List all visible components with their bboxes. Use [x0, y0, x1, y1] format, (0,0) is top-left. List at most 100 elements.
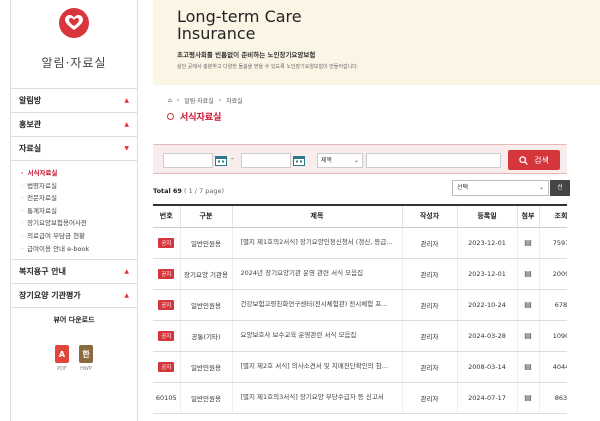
banner-title: Long-term Care Insurance [177, 8, 302, 42]
chevron-up-icon: ▲ [124, 97, 129, 104]
table-row[interactable]: 공지 장기요양 기관용 2024년 장기요양기관 운영 관련 서식 모음집 관리… [153, 258, 567, 290]
menu-archive[interactable]: 자료실 ▼ [11, 136, 137, 160]
row-attachment: ▤ [517, 382, 540, 414]
col-number: 번호 [153, 204, 181, 228]
row-title-link[interactable]: [별지 제1호의2서식] 장기요양인정신청서 (갱신, 등급... [232, 227, 403, 259]
row-date: 2008-03-14 [457, 351, 518, 383]
menu-label: 홍보관 [19, 120, 42, 129]
row-number: 공지 [153, 258, 181, 290]
menu-welfare-devices[interactable]: 복지용구 안내 ▲ [11, 259, 137, 283]
row-author: 관리자 [402, 382, 458, 414]
sub-item-forms[interactable]: 서식자료실 [11, 167, 137, 180]
row-title-link[interactable]: [별지 제1호의3서식] 장기요양 부당수급자 등 신고서 [232, 382, 403, 414]
notice-badge: 공지 [158, 361, 175, 372]
attachment-icon[interactable]: ▤ [524, 393, 532, 402]
row-date: 2023-12-01 [457, 258, 518, 290]
attachment-icon[interactable]: ▤ [524, 331, 532, 340]
row-category: 일반민원용 [180, 227, 233, 259]
search-button[interactable]: 검색 [508, 150, 560, 170]
breadcrumb-item[interactable]: 자료실 [226, 96, 243, 105]
table-row[interactable]: 60105 일반민원용 [별지 제1호의3서식] 장기요양 부당수급자 등 신고… [153, 382, 567, 414]
hwp-viewer-link[interactable]: 한 HWP [79, 345, 93, 372]
chevron-down-icon: ⌄ [538, 184, 544, 191]
row-author: 관리자 [402, 351, 458, 383]
pdf-viewer-link[interactable]: A PDF [55, 345, 69, 372]
sub-item-law[interactable]: 법령자료실 [11, 180, 137, 193]
notice-badge: 공지 [158, 299, 175, 310]
sort-select[interactable]: 선택 ⌄ [452, 180, 549, 196]
banner-description: 살던 곳에서 충분하고 다양한 돌봄을 받을 수 있도록 노인장기요양보험이 만… [177, 64, 359, 70]
start-date-input[interactable] [163, 153, 213, 168]
col-date: 등록일 [457, 204, 518, 228]
notice-badge: 공지 [158, 330, 175, 341]
table-row[interactable]: 공지 일반민원용 [별지 제1호의2서식] 장기요양인정신청서 (갱신, 등급.… [153, 227, 567, 259]
table-row[interactable]: 공지 일반민원용 [별지 제2호 서식] 의사소견서 및 치매진단확인의 참..… [153, 351, 567, 383]
download-label: 뷰어 다운로드 [53, 315, 95, 324]
chevron-up-icon: ▲ [124, 121, 129, 128]
end-date-input[interactable] [241, 153, 291, 168]
menu-label: 복지용구 안내 [19, 267, 66, 277]
sub-item-ebook[interactable]: 급여이용 안내 e-book [11, 243, 137, 256]
row-title-link[interactable]: 2024년 장기요양기관 운영 관련 서식 모음집 [232, 258, 403, 290]
row-category: 공통(기타) [180, 320, 233, 352]
row-number: 공지 [153, 227, 181, 259]
sub-item-dictionary[interactable]: 장기요양보험용어사전 [11, 217, 137, 230]
row-category: 일반민원용 [180, 382, 233, 414]
table-row[interactable]: 공지 공통(기타) 요양보호사 보수교육 운영관련 서식 모음집 관리자 202… [153, 320, 567, 352]
chevron-up-icon: ▲ [124, 292, 129, 300]
page-title: 서식자료실 [167, 110, 221, 123]
row-title-link[interactable]: 건강보험고령친화연구센터(전시체험관) 전시체험 프... [232, 289, 403, 321]
archive-submenu: 서식자료실 법령자료실 전문자료실 통계자료실 장기요양보험용어사전 의료급여 … [11, 160, 137, 259]
pdf-icon: A [55, 345, 69, 364]
row-title-link[interactable]: [별지 제2호 서식] 의사소견서 및 치매진단확인의 참... [232, 351, 403, 383]
row-number: 60105 [153, 382, 181, 414]
banner-subtitle: 초고령사회를 빈틈없이 준비하는 노인장기요양보험 [177, 51, 316, 59]
menu-notice[interactable]: 알림방 ▲ [11, 88, 137, 112]
menu-promo[interactable]: 홍보관 ▲ [11, 112, 137, 136]
row-title-link[interactable]: 요양보호사 보수교육 운영관련 서식 모음집 [232, 320, 403, 352]
search-field-select[interactable]: 제목 ⌄ [317, 153, 363, 168]
page-title-text: 서식자료실 [180, 113, 222, 123]
chevron-up-icon: ▲ [124, 268, 129, 276]
sidebar: 알림·자료실 알림방 ▲ 홍보관 ▲ 자료실 ▼ 서식자료실 법령자료실 전문자… [10, 0, 138, 421]
row-attachment: ▤ [517, 227, 540, 259]
row-author: 관리자 [402, 227, 458, 259]
chevron-right-icon: › [218, 97, 222, 104]
breadcrumb-item[interactable]: 알림·자료실 [184, 96, 214, 105]
attachment-icon[interactable]: ▤ [524, 300, 532, 309]
total-count: Total 69 ( 1 / 7 page) [153, 187, 224, 195]
chevron-right-icon: › [176, 97, 180, 104]
menu-facility-evaluation[interactable]: 장기요양 기관평가 ▲ [11, 283, 137, 307]
row-attachment: ▤ [517, 320, 540, 352]
row-views: 7597 [539, 227, 567, 259]
attachment-icon[interactable]: ▤ [524, 238, 532, 247]
sub-item-medical-aid[interactable]: 의료급여 부담금 현황 [11, 230, 137, 243]
search-input[interactable] [366, 153, 501, 168]
row-views: 2009 [539, 258, 567, 290]
row-author: 관리자 [402, 258, 458, 290]
menu-label: 자료실 [19, 144, 42, 153]
sub-item-stats[interactable]: 통계자료실 [11, 205, 137, 218]
attachment-icon[interactable]: ▤ [524, 269, 532, 278]
row-views: 863 [539, 382, 567, 414]
page-info: ( 1 / 7 page) [183, 187, 225, 195]
attachment-icon[interactable]: ▤ [524, 362, 532, 371]
row-attachment: ▤ [517, 351, 540, 383]
row-date: 2024-03-28 [457, 320, 518, 352]
breadcrumb: ⌂ › 알림·자료실 › 자료실 [168, 96, 243, 105]
sort-button[interactable]: 선 [550, 180, 570, 196]
calendar-icon[interactable] [293, 155, 305, 166]
sub-item-expert[interactable]: 전문자료실 [11, 192, 137, 205]
row-attachment: ▤ [517, 289, 540, 321]
row-date: 2022-10-24 [457, 289, 518, 321]
col-author: 작성자 [402, 204, 458, 228]
sidebar-logo: 알림·자료실 [11, 0, 137, 88]
row-number: 공지 [153, 320, 181, 352]
table-row[interactable]: 공지 일반민원용 건강보험고령친화연구센터(전시체험관) 전시체험 프... 관… [153, 289, 567, 321]
home-icon[interactable]: ⌂ [168, 97, 172, 104]
menu-label: 장기요양 기관평가 [19, 291, 81, 301]
calendar-icon[interactable] [215, 155, 227, 166]
row-author: 관리자 [402, 289, 458, 321]
viewer-icons: A PDF 한 HWP [11, 345, 137, 372]
row-number: 공지 [153, 351, 181, 383]
